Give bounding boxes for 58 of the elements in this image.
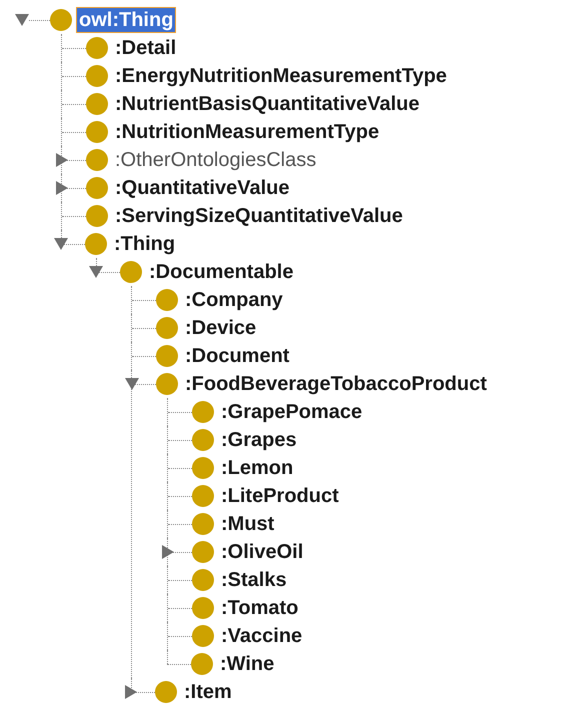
class-icon (192, 569, 214, 591)
class-icon (192, 597, 214, 619)
expand-toggle[interactable] (161, 545, 175, 559)
class-label[interactable]: :Document (182, 343, 292, 369)
class-label[interactable]: :Detail (112, 35, 180, 61)
collapse-toggle[interactable] (125, 377, 139, 391)
class-icon (156, 289, 178, 311)
class-label[interactable]: :Thing (111, 231, 178, 257)
class-icon (192, 485, 214, 507)
class-icon (50, 9, 72, 31)
class-label[interactable]: :Company (182, 287, 286, 313)
class-icon (191, 653, 213, 675)
class-icon (155, 681, 177, 703)
class-icon (156, 373, 178, 395)
class-label[interactable]: :OliveOil (218, 539, 306, 565)
collapse-toggle[interactable] (89, 265, 103, 279)
class-icon (192, 457, 214, 479)
collapse-toggle[interactable] (54, 237, 68, 251)
class-label[interactable]: :EnergyNutritionMeasurementType (112, 63, 450, 89)
class-label[interactable]: :QuantitativeValue (112, 175, 292, 201)
class-icon (85, 233, 107, 255)
class-label[interactable]: :LiteProduct (218, 483, 342, 509)
class-icon (192, 401, 214, 423)
class-label[interactable]: :ServingSizeQuantitativeValue (112, 203, 406, 229)
class-icon (86, 37, 108, 59)
class-label[interactable]: owl:Thing (76, 7, 176, 33)
class-icon (156, 317, 178, 339)
class-label[interactable]: :Must (218, 511, 278, 537)
class-label[interactable]: :FoodBeverageTobaccoProduct (182, 371, 490, 397)
class-icon (192, 541, 214, 563)
class-label[interactable]: :NutritionMeasurementType (112, 119, 382, 145)
expand-toggle[interactable] (55, 181, 69, 195)
class-icon (86, 149, 108, 171)
class-label[interactable]: :Vaccine (218, 623, 306, 649)
class-icon (86, 177, 108, 199)
class-label[interactable]: :Grapes (218, 427, 300, 453)
collapse-toggle[interactable] (15, 13, 29, 27)
class-label[interactable]: :Device (182, 315, 260, 341)
class-icon (156, 345, 178, 367)
class-icon (192, 429, 214, 451)
class-icon (86, 93, 108, 115)
class-label[interactable]: :Documentable (146, 259, 296, 285)
class-label[interactable]: :GrapePomace (218, 399, 366, 425)
class-label[interactable]: :OtherOntologiesClass (112, 147, 320, 173)
class-icon (192, 513, 214, 535)
class-icon (86, 65, 108, 87)
class-label[interactable]: :Item (181, 679, 235, 705)
class-label[interactable]: :Stalks (218, 567, 290, 593)
class-icon (86, 205, 108, 227)
class-icon (192, 625, 214, 647)
class-icon (120, 261, 142, 283)
expand-toggle[interactable] (55, 153, 69, 167)
class-label[interactable]: :Tomato (218, 595, 302, 621)
class-label[interactable]: :Lemon (218, 455, 296, 481)
class-icon (86, 121, 108, 143)
class-label[interactable]: :Wine (217, 651, 278, 677)
class-label[interactable]: :NutrientBasisQuantitativeValue (112, 91, 423, 117)
expand-toggle[interactable] (124, 685, 138, 699)
